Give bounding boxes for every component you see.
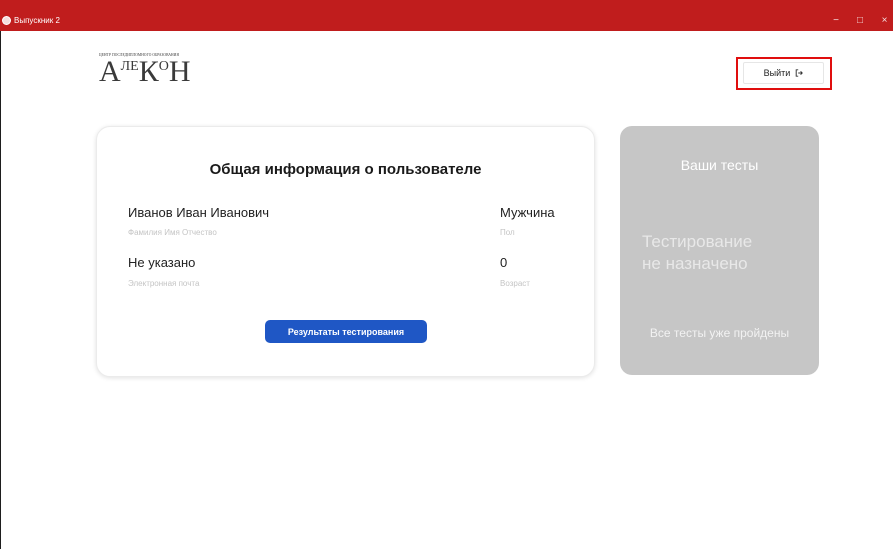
logo-letter: А (99, 55, 121, 88)
logout-icon (796, 69, 804, 77)
email-value: Не указано (128, 255, 196, 270)
card-title: Общая информация о пользователе (209, 161, 482, 178)
age-value: 0 (500, 255, 508, 270)
email-label: Электронная почта (128, 279, 200, 288)
gender-value: Мужчина (500, 205, 555, 220)
logout-button[interactable]: Выйти (743, 62, 824, 84)
tests-title: Ваши тесты (680, 157, 759, 173)
close-button[interactable]: × (876, 14, 893, 28)
gender-label: Пол (500, 228, 515, 237)
maximize-button[interactable]: □ (850, 14, 870, 28)
age-label: Возраст (500, 279, 530, 288)
window-title: Выпускник 2 (14, 16, 60, 25)
tests-status-line: Тестирование (642, 232, 753, 251)
tests-note: Все тесты уже пройдены (649, 326, 790, 340)
app-icon (2, 16, 11, 25)
tests-panel: Ваши тесты Тестирование не назначено Все… (620, 126, 819, 375)
company-logo: ЦЕНТР ПОСЛЕДИПЛОМНОГО ОБРАЗОВАНИЯ АЛЕКОН (99, 53, 209, 90)
full-name-label: Фамилия Имя Отчество (128, 228, 217, 237)
user-info-card: Общая информация о пользователе Иванов И… (96, 126, 595, 377)
logo-letter: Н (168, 55, 191, 88)
logo-letter: О (158, 59, 169, 74)
logo-letter: ЛЕ (120, 59, 139, 74)
full-name-value: Иванов Иван Иванович (128, 205, 270, 220)
window-titlebar: Выпускник 2 − □ × (0, 0, 893, 31)
window-frame-edge (0, 31, 1, 549)
tests-status-line: не назначено (642, 254, 748, 273)
logo-mark: АЛЕКОН (99, 55, 191, 88)
logout-label: Выйти (763, 68, 791, 78)
test-results-button[interactable]: Результаты тестирования (265, 320, 427, 343)
logo-letter: К (138, 55, 159, 88)
minimize-button[interactable]: − (826, 14, 846, 28)
tests-status: Тестирование не назначено (642, 231, 812, 275)
